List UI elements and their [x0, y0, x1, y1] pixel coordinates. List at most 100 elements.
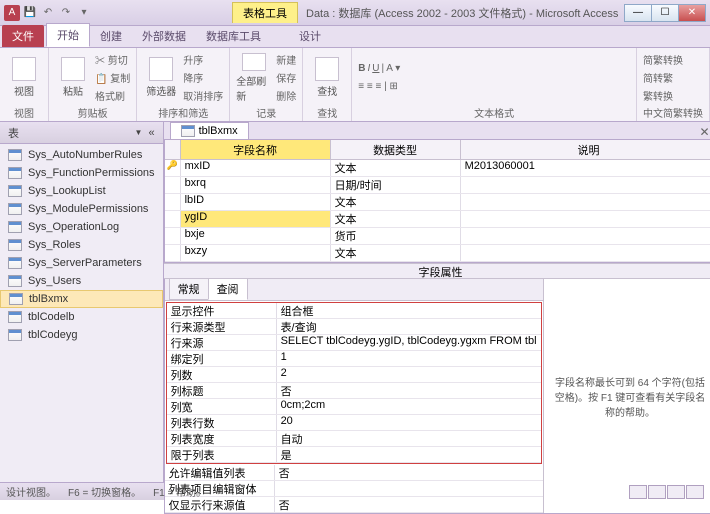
- prop-tab-lookup[interactable]: 查阅: [208, 278, 248, 300]
- nav-item[interactable]: tblBxmx: [0, 290, 163, 308]
- tab-external[interactable]: 外部数据: [132, 25, 196, 47]
- property-row[interactable]: 列标题否: [167, 383, 541, 399]
- document-tab[interactable]: tblBxmx: [170, 122, 249, 139]
- qat-dropdown-icon[interactable]: ▾: [76, 5, 92, 21]
- props-help: 字段名称最长可到 64 个字符(包括空格)。按 F1 键可查看有关字段名称的帮助…: [543, 279, 710, 513]
- nav-header[interactable]: 表 ▼ «: [0, 122, 163, 144]
- minimize-button[interactable]: —: [624, 4, 652, 22]
- nav-item[interactable]: Sys_ServerParameters: [0, 254, 163, 272]
- property-row[interactable]: 仅显示行来源值否: [165, 497, 543, 513]
- nav-item[interactable]: tblCodeyg: [0, 326, 163, 344]
- view-design-button[interactable]: [648, 485, 666, 499]
- view-button[interactable]: 视图: [6, 53, 42, 103]
- nav-dropdown-icon[interactable]: ▼: [135, 128, 143, 137]
- table-icon: [8, 167, 22, 179]
- sort-clear-button[interactable]: 取消排序: [183, 87, 223, 104]
- table-icon: [8, 275, 22, 287]
- nav-item[interactable]: Sys_FunctionPermissions: [0, 164, 163, 182]
- document-close-icon[interactable]: ✕: [691, 125, 710, 139]
- view-datasheet-button[interactable]: [629, 485, 647, 499]
- status-f6: F6 = 切换窗格。: [68, 484, 141, 499]
- property-row[interactable]: 行来源SELECT tblCodeyg.ygID, tblCodeyg.ygxm…: [167, 335, 541, 351]
- cut-button[interactable]: ✂ 剪切: [95, 51, 130, 68]
- tab-file[interactable]: 文件: [2, 25, 44, 47]
- nav-item[interactable]: Sys_AutoNumberRules: [0, 146, 163, 164]
- view-sql-button[interactable]: [667, 485, 685, 499]
- property-row[interactable]: 行来源类型表/查询: [167, 319, 541, 335]
- nav-item[interactable]: Sys_Users: [0, 272, 163, 290]
- tab-home[interactable]: 开始: [46, 23, 90, 47]
- sort-asc-button[interactable]: 升序: [183, 51, 223, 68]
- property-row[interactable]: 列表宽度自动: [167, 431, 541, 447]
- property-row[interactable]: 列宽0cm;2cm: [167, 399, 541, 415]
- property-row[interactable]: 限于列表是: [167, 447, 541, 463]
- field-row[interactable]: lbID文本: [165, 194, 710, 211]
- field-row[interactable]: bxzy文本: [165, 245, 710, 262]
- status-f1: F1 = 帮助。: [153, 484, 206, 499]
- group-find-label: 查找: [309, 105, 345, 119]
- property-row[interactable]: 显示控件组合框: [167, 303, 541, 319]
- tab-design[interactable]: 设计: [289, 25, 331, 47]
- table-icon: [8, 257, 22, 269]
- col-description[interactable]: 说明: [461, 140, 710, 159]
- table-icon: [181, 125, 195, 137]
- paste-button[interactable]: 粘贴: [55, 53, 91, 103]
- property-row[interactable]: 绑定列1: [167, 351, 541, 367]
- property-row[interactable]: 列数2: [167, 367, 541, 383]
- find-button[interactable]: 查找: [309, 53, 345, 103]
- property-row[interactable]: 列表行数20: [167, 415, 541, 431]
- col-fieldname[interactable]: 字段名称: [181, 140, 331, 159]
- qat-redo-icon[interactable]: ↷: [58, 5, 74, 21]
- table-icon: [8, 329, 22, 341]
- property-row[interactable]: 允许编辑值列表否: [165, 465, 543, 481]
- ime-convert-button[interactable]: 简繁转换: [643, 51, 683, 68]
- sort-desc-button[interactable]: 降序: [183, 69, 223, 86]
- group-textfmt-label: 文本格式: [358, 105, 630, 119]
- nav-collapse-icon[interactable]: «: [148, 127, 154, 139]
- maximize-button[interactable]: ☐: [651, 4, 679, 22]
- ribbon-tabs: 文件 开始 创建 外部数据 数据库工具 设计: [0, 26, 710, 48]
- status-mode: 设计视图。: [6, 484, 56, 499]
- nav-list: Sys_AutoNumberRulesSys_FunctionPermissio…: [0, 144, 163, 482]
- ime-t2s-button[interactable]: 繁转换: [643, 87, 683, 104]
- nav-item[interactable]: Sys_OperationLog: [0, 218, 163, 236]
- group-ime-label: 中文简繁转换: [643, 105, 703, 119]
- context-tab[interactable]: 表格工具: [232, 2, 298, 23]
- record-delete-button[interactable]: 删除: [276, 87, 296, 104]
- copy-button[interactable]: 📋 复制: [95, 69, 130, 86]
- group-view-label: 视图: [6, 105, 42, 119]
- tab-dbtools[interactable]: 数据库工具: [196, 25, 271, 47]
- table-icon: [8, 149, 22, 161]
- nav-item[interactable]: Sys_LookupList: [0, 182, 163, 200]
- field-row[interactable]: ygID文本: [165, 211, 710, 228]
- table-icon: [9, 293, 23, 305]
- close-button[interactable]: ✕: [678, 4, 706, 22]
- nav-item[interactable]: tblCodelb: [0, 308, 163, 326]
- view-form-button[interactable]: [686, 485, 704, 499]
- field-row[interactable]: bxrq日期/时间: [165, 177, 710, 194]
- tab-create[interactable]: 创建: [90, 25, 132, 47]
- qat-undo-icon[interactable]: ↶: [40, 5, 56, 21]
- property-row[interactable]: 列表项目编辑窗体: [165, 481, 543, 497]
- table-icon: [8, 239, 22, 251]
- table-icon: [8, 203, 22, 215]
- app-icon: A: [4, 5, 20, 21]
- props-title: 字段属性: [164, 263, 710, 279]
- col-datatype[interactable]: 数据类型: [331, 140, 461, 159]
- nav-item[interactable]: Sys_Roles: [0, 236, 163, 254]
- window-title: Data : 数据库 (Access 2002 - 2003 文件格式) - M…: [306, 5, 618, 21]
- filter-button[interactable]: 筛选器: [143, 53, 179, 103]
- field-row[interactable]: 🔑mxID文本M2013060001: [165, 160, 710, 177]
- nav-item[interactable]: Sys_ModulePermissions: [0, 200, 163, 218]
- ime-s2t-button[interactable]: 简转繁: [643, 69, 683, 86]
- prop-tab-general[interactable]: 常规: [169, 278, 209, 300]
- table-icon: [8, 221, 22, 233]
- field-row[interactable]: bxje货币: [165, 228, 710, 245]
- qat-save-icon[interactable]: 💾: [22, 5, 38, 21]
- format-painter-button[interactable]: 格式刷: [95, 87, 130, 104]
- group-records-label: 记录: [236, 105, 296, 119]
- refresh-button[interactable]: 全部刷新: [236, 53, 272, 103]
- record-save-button[interactable]: 保存: [276, 69, 296, 86]
- table-icon: [8, 185, 22, 197]
- record-new-button[interactable]: 新建: [276, 51, 296, 68]
